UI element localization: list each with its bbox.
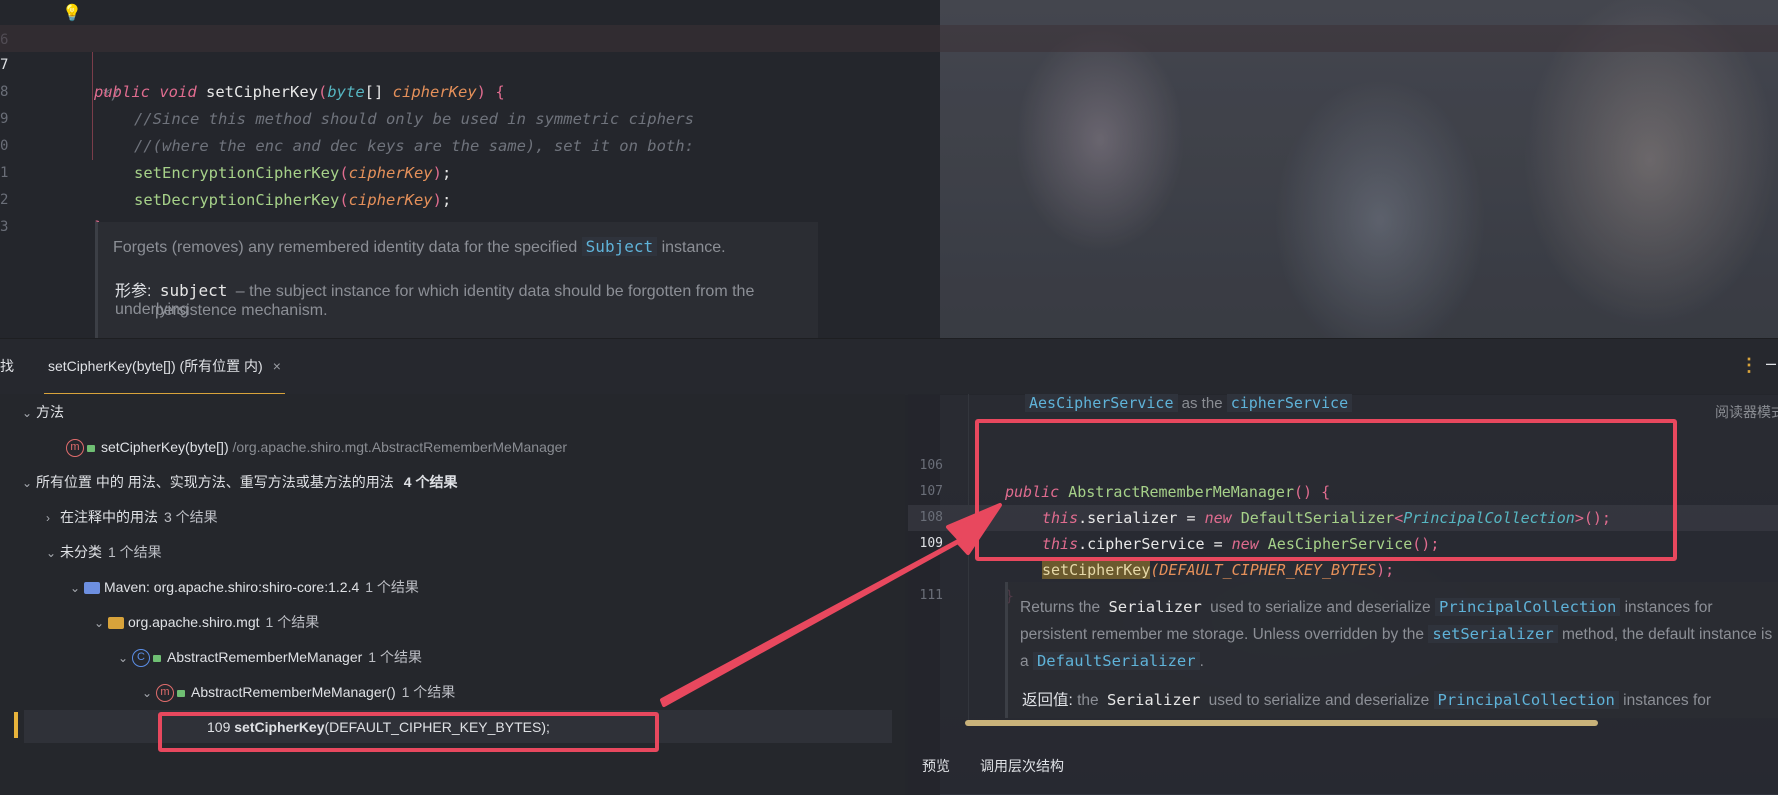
annotation-arrow — [660, 503, 1002, 707]
